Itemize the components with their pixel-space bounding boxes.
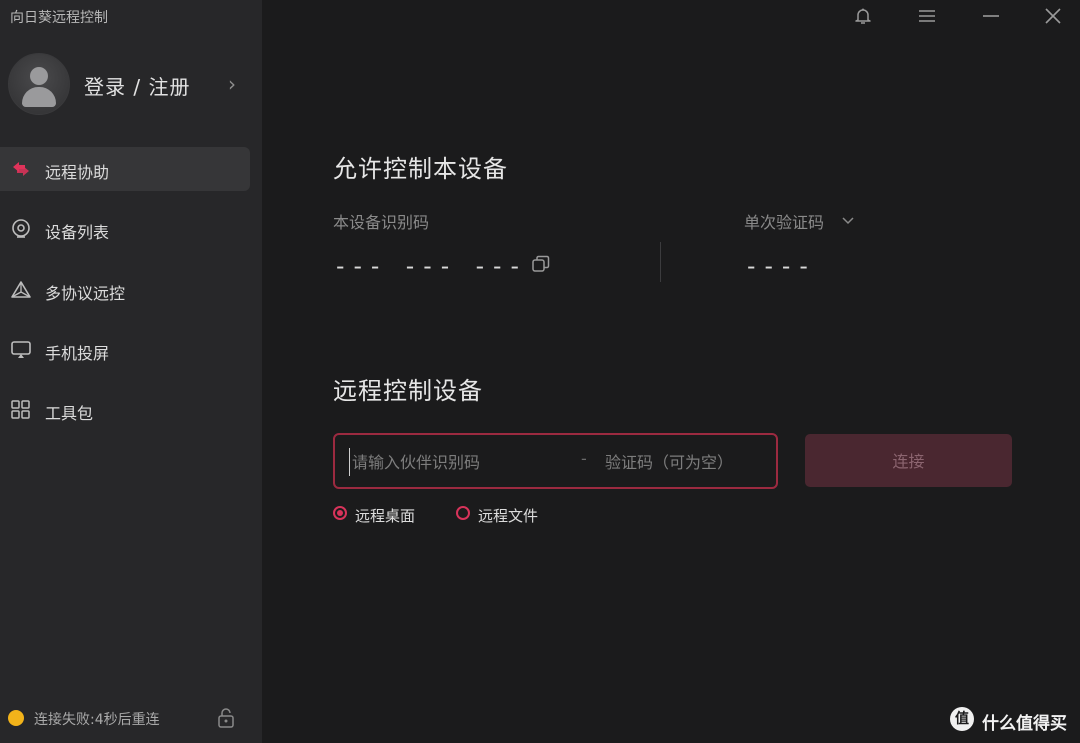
sidebar-item-toolbox[interactable]: 工具包 <box>0 388 250 432</box>
multi-protocol-icon <box>11 281 31 298</box>
login-profile[interactable]: 登录 / 注册 › <box>8 53 248 115</box>
sidebar-item-label: 设备列表 <box>45 223 110 242</box>
copy-icon[interactable] <box>531 254 551 274</box>
chevron-right-icon: › <box>228 72 236 96</box>
status-dot-icon <box>8 710 24 726</box>
watermark-text: 什么值得买 <box>982 714 1067 734</box>
allow-control-title: 允许控制本设备 <box>333 155 508 183</box>
watermark-badge: 值 <box>950 707 974 731</box>
input-separator: - <box>581 449 587 468</box>
sidebar-item-label: 远程协助 <box>45 163 110 182</box>
sidebar-item-remote-assist[interactable]: 远程协助 <box>0 147 250 191</box>
partner-id-input[interactable] <box>349 448 564 476</box>
verify-code-label: 单次验证码 <box>744 213 825 232</box>
verify-code-dropdown[interactable]: 单次验证码 <box>744 209 864 232</box>
screen-cast-icon <box>11 341 31 358</box>
radio-checked-icon <box>333 506 347 520</box>
menu-icon[interactable] <box>917 6 937 26</box>
verify-code-input[interactable] <box>603 448 772 476</box>
sidebar-item-label: 工具包 <box>45 404 94 423</box>
device-list-icon <box>12 219 30 238</box>
bell-icon[interactable] <box>853 6 873 26</box>
section-divider <box>660 242 661 282</box>
radio-label: 远程桌面 <box>355 507 416 525</box>
radio-unchecked-icon <box>456 506 470 520</box>
chevron-down-icon <box>842 217 854 225</box>
sidebar-item-screen-cast[interactable]: 手机投屏 <box>0 328 250 372</box>
device-id-value: --- --- --- <box>333 252 525 280</box>
sidebar-item-device-list[interactable]: 设备列表 <box>0 207 250 251</box>
radio-label: 远程文件 <box>478 507 539 525</box>
close-icon[interactable] <box>1043 6 1063 26</box>
sidebar-item-label: 手机投屏 <box>45 344 110 363</box>
sidebar-item-label: 多协议远控 <box>45 284 126 303</box>
lock-icon[interactable] <box>217 708 235 728</box>
remote-control-title: 远程控制设备 <box>333 377 483 405</box>
verify-code-value: ---- <box>744 252 814 280</box>
sidebar-item-multi-protocol[interactable]: 多协议远控 <box>0 268 250 312</box>
avatar <box>8 53 70 115</box>
toolbox-icon <box>11 400 30 419</box>
radio-remote-desktop[interactable]: 远程桌面 <box>333 505 433 525</box>
status-text: 连接失败:4秒后重连 <box>34 712 160 728</box>
login-register-label: 登录 / 注册 <box>84 75 191 99</box>
device-id-label: 本设备识别码 <box>333 213 430 232</box>
radio-remote-file[interactable]: 远程文件 <box>456 505 556 525</box>
remote-assist-icon <box>13 162 29 176</box>
partner-input-group: - <box>333 433 778 489</box>
watermark: 值 什么值得买 <box>950 705 1080 735</box>
minimize-icon[interactable] <box>981 6 1001 26</box>
connection-status: 连接失败:4秒后重连 <box>8 706 258 730</box>
app-title: 向日葵远程控制 <box>10 10 108 26</box>
connect-button[interactable]: 连接 <box>805 434 1012 487</box>
sidebar: 向日葵远程控制 登录 / 注册 › 远程协助 设备列表 多协议远控 手机投屏 工… <box>0 0 262 743</box>
